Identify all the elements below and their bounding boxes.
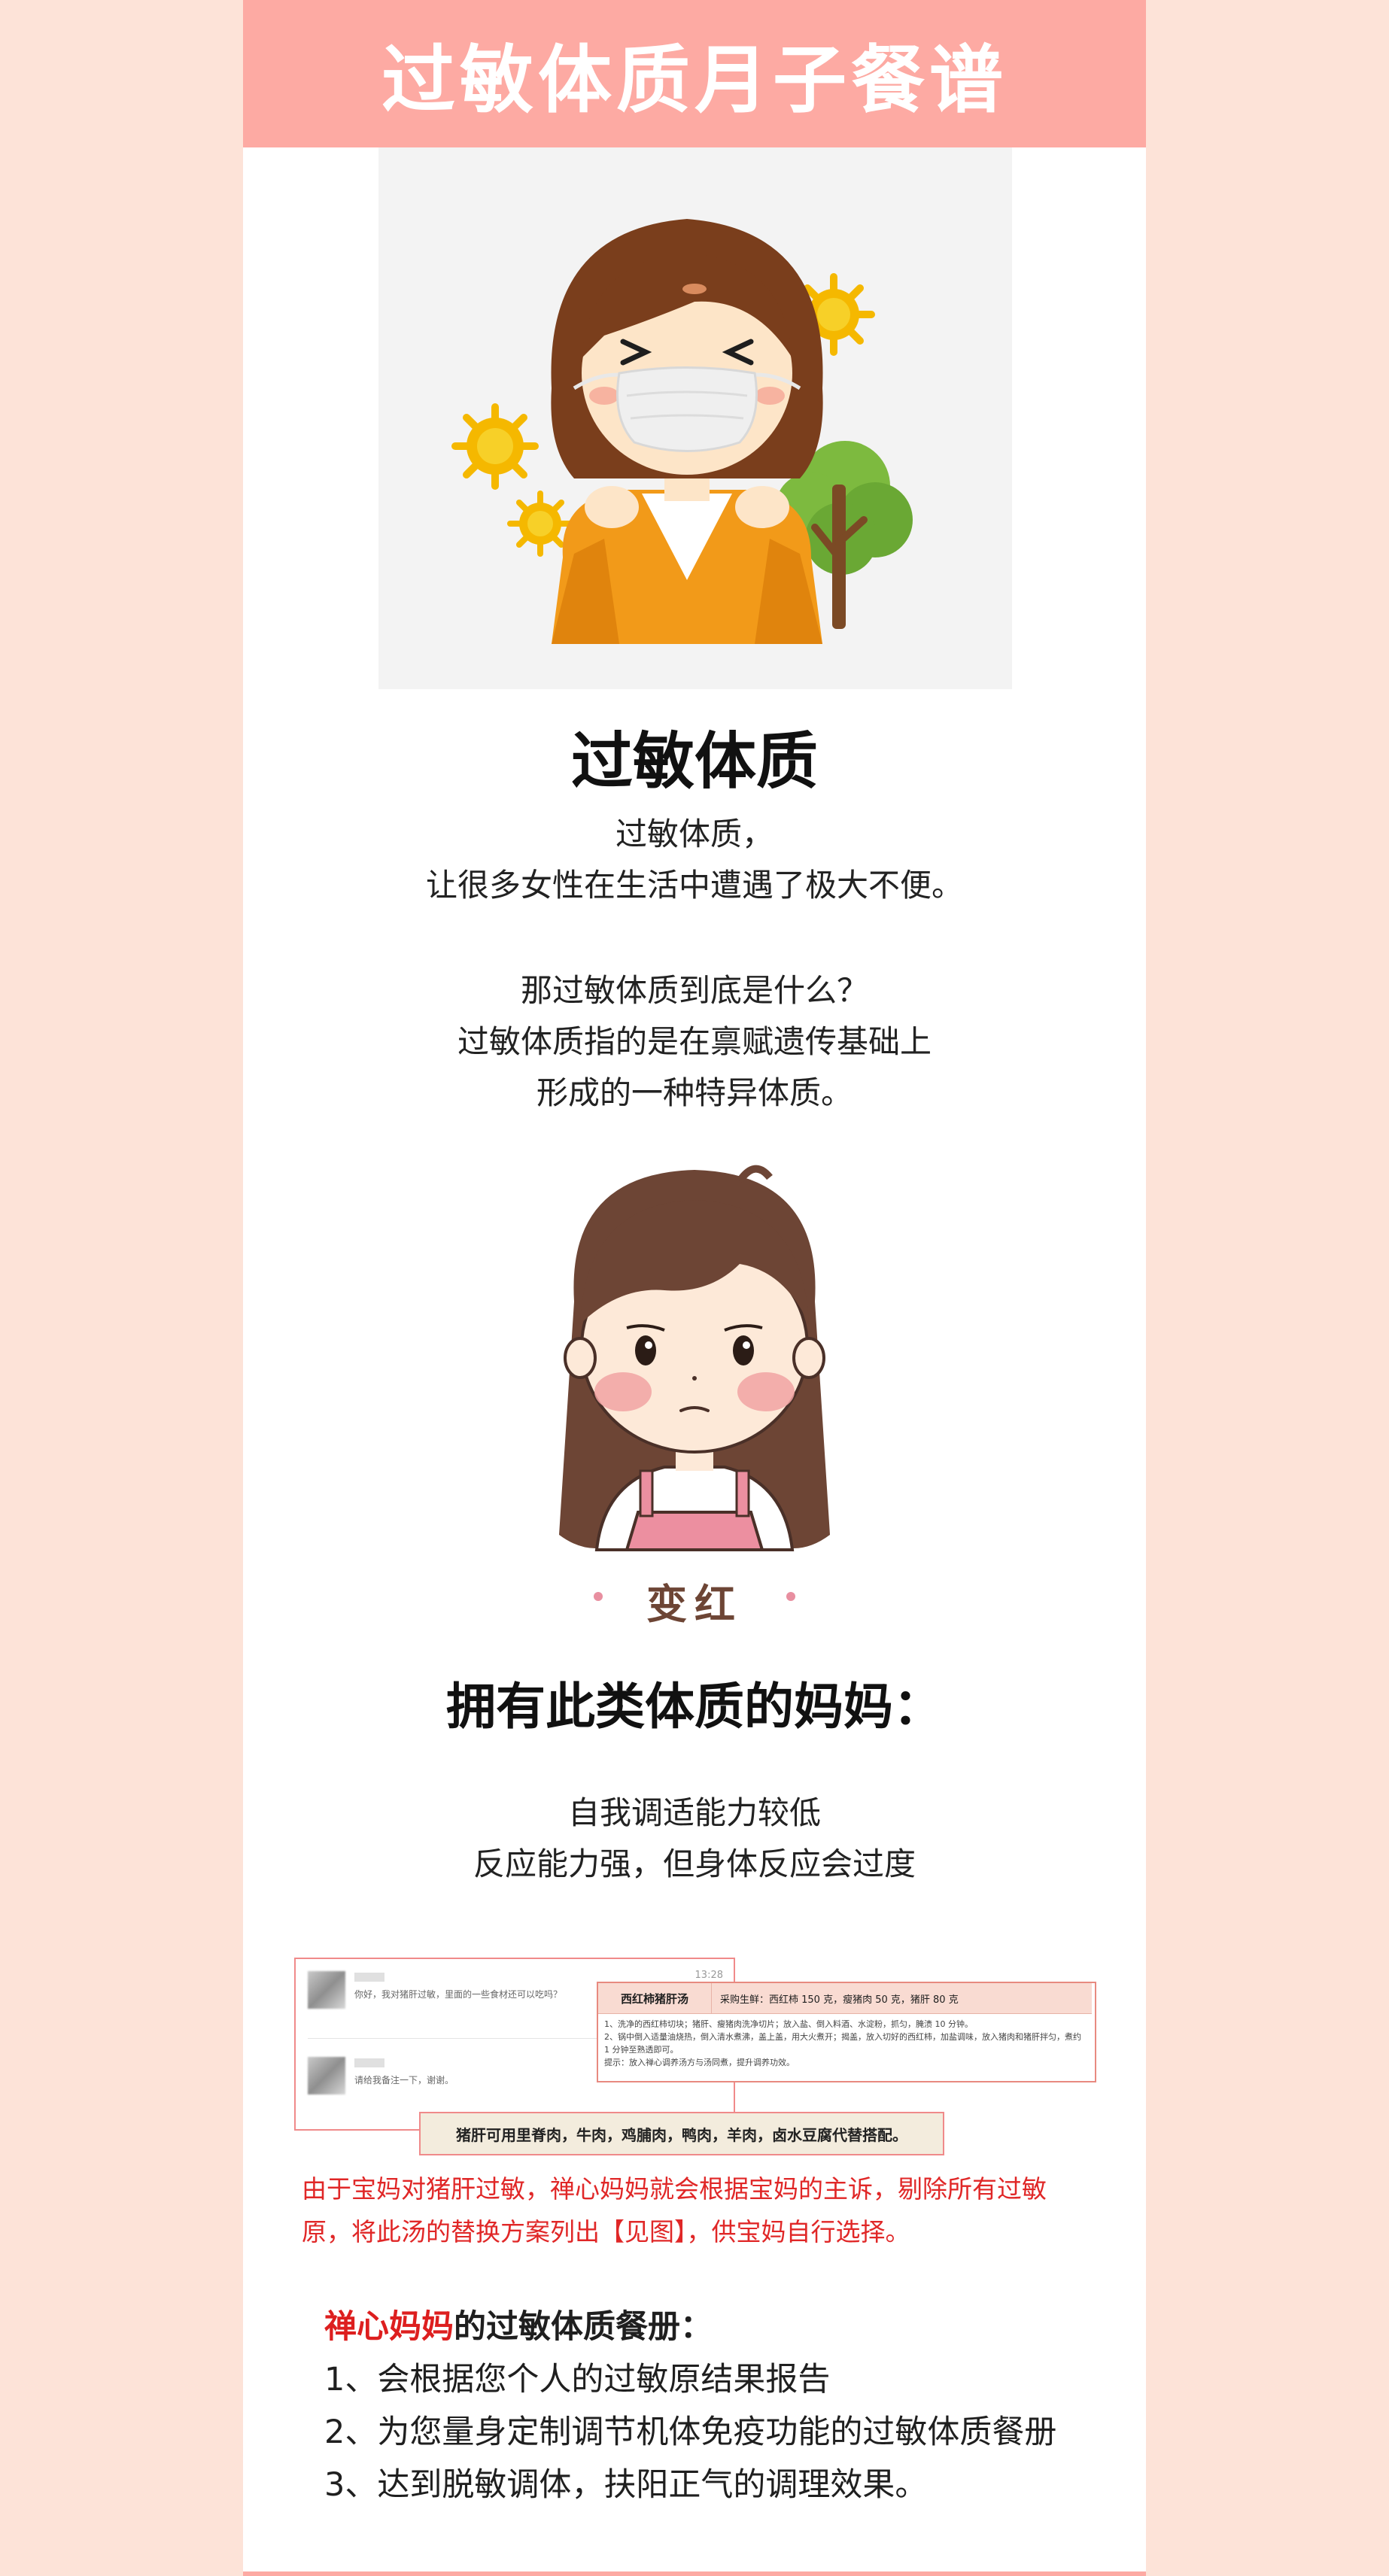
recipe-steps: 1、洗净的西红柿切块；猪肝、瘦猪肉洗净切片；放入盐、倒入料酒、水淀粉，抓匀，腌渍… [604, 2018, 1086, 2069]
brand-name: 禅心妈妈 [324, 2308, 454, 2346]
pollen-icon [451, 403, 539, 490]
bottom-divider [243, 2571, 1146, 2576]
intro-line: 过敏体质指的是在禀赋遗传基础上 [457, 1023, 932, 1060]
allergy-woman-illustration [378, 147, 1012, 689]
chat-text: 请给我备注一下，谢谢。 [354, 2075, 454, 2085]
meal-plan-title-text: 的过敏体质餐册： [454, 2308, 713, 2346]
section-heading-allergy: 过敏体质 [570, 726, 818, 797]
avatar [308, 2057, 345, 2095]
trait-line: 自我调适能力较低 [567, 1794, 821, 1831]
recipe-step: 提示：放入禅心调养汤方与汤同煮，提升调养功效。 [604, 2058, 795, 2067]
consultation-screenshot: 13:28 你好，我对猪肝过敏，里面的一些食材还可以吃吗？ 请给我备注一下，谢谢… [294, 1952, 1107, 2155]
recipe-card: 西红柿猪肝汤 采购生鲜：西红柿 150 克，瘦猪肉 50 克，猪肝 80 克 1… [597, 1982, 1096, 2082]
meal-plan-title: 禅心妈妈的过敏体质餐册： [324, 2301, 1122, 2353]
list-item: 1、会根据您个人的过敏原结果报告 [324, 2361, 831, 2398]
list-item: 2、为您量身定制调节机体免疫功能的过敏体质餐册 [324, 2413, 1057, 2451]
recipe-step: 2、锅中倒入适量油烧热，倒入清水煮沸，盖上盖，用大火煮开；揭盖，放入切好的西红柿… [604, 2032, 1081, 2055]
replacement-note: 猪肝可用里脊肉，牛肉，鸡脯肉，鸭肉，羊肉，卤水豆腐代替搭配。 [419, 2112, 944, 2155]
page-title: 过敏体质月子餐谱 [381, 38, 1008, 123]
title-banner: 过敏体质月子餐谱 [243, 0, 1146, 147]
meal-plan-list: 禅心妈妈的过敏体质餐册： 1、会根据您个人的过敏原结果报告 2、为您量身定制调节… [324, 2301, 1122, 2511]
recipe-step: 1、洗净的西红柿切块；猪肝、瘦猪肉洗净切片；放入盐、倒入料酒、水淀粉，抓匀，腌渍… [604, 2019, 973, 2029]
chat-username [354, 1973, 384, 1982]
chat-username [354, 2058, 384, 2067]
avatar [308, 1971, 345, 2009]
pollen-icon [507, 491, 573, 557]
section-heading-mothers: 拥有此类体质的妈妈： [446, 1678, 943, 1736]
intro-line: 让很多女性在生活中遭遇了极大不便。 [425, 867, 963, 904]
recipe-header: 西红柿猪肝汤 采购生鲜：西红柿 150 克，瘦猪肉 50 克，猪肝 80 克 [598, 1983, 1092, 2014]
chat-text: 你好，我对猪肝过敏，里面的一些食材还可以吃吗？ [354, 1989, 563, 2000]
article-page: 过敏体质月子餐谱 过敏体质 过敏体质， 让很多女性在生活中遭遇了极大不便。 那过… [243, 0, 1146, 2576]
girl-image [559, 1165, 830, 1601]
red-cheek-girl-illustration: 变红 [514, 1159, 875, 1640]
recipe-name: 西红柿猪肝汤 [598, 1983, 712, 2013]
list-item: 3、达到脱敏调体，扶阳正气的调理效果。 [324, 2466, 928, 2504]
trait-line: 反应能力强，但身体反应会过度 [473, 1845, 916, 1882]
allergy-explanation: 由于宝妈对猪肝过敏，禅心妈妈就会根据宝妈的主诉，剔除所有过敏原，将此汤的替换方案… [302, 2174, 1047, 2246]
masked-woman-image [451, 219, 913, 644]
intro-line: 那过敏体质到底是什么？ [520, 972, 868, 1009]
recipe-ingredients: 采购生鲜：西红柿 150 克，瘦猪肉 50 克，猪肝 80 克 [720, 1994, 959, 2006]
intro-line: 形成的一种特异体质。 [536, 1074, 853, 1111]
intro-line: 过敏体质， [615, 816, 774, 852]
illustration-caption: 变红 [646, 1580, 743, 1628]
